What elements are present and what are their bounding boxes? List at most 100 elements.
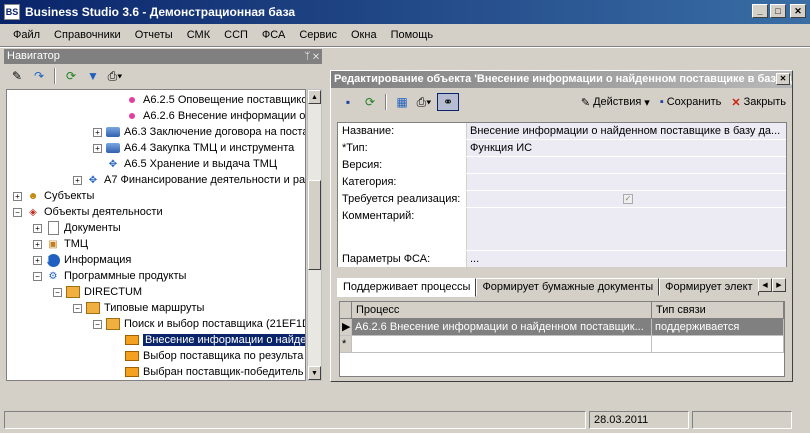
link-icon[interactable]: ⚭: [437, 93, 459, 111]
expand-icon[interactable]: +: [13, 191, 22, 201]
menu-references[interactable]: Справочники: [47, 29, 128, 41]
menu-bar: Файл Справочники Отчеты СМК ССП ФСА Серв…: [0, 24, 810, 46]
tree-node-selected[interactable]: Внесение информации о найден: [125, 332, 305, 348]
tree-scrollbar[interactable]: ▲ ▼: [307, 89, 322, 381]
tree-node[interactable]: + ▣ ТМЦ: [33, 236, 88, 252]
process-icon: [106, 127, 120, 137]
table-row[interactable]: ▶ А6.2.6 Внесение информации о найденном…: [340, 319, 784, 336]
status-date: 28.03.2011: [589, 411, 689, 429]
tree-node[interactable]: ✥ А6.5 Хранение и выдача ТМЦ: [106, 156, 277, 172]
collapse-icon[interactable]: −: [33, 271, 42, 281]
collapse-icon[interactable]: −: [93, 319, 102, 329]
expand-icon[interactable]: +: [33, 255, 42, 265]
scroll-up-icon[interactable]: ▲: [308, 90, 321, 104]
tree-node[interactable]: − ⚙ Программные продукты: [33, 268, 186, 284]
save-icon[interactable]: ▪: [339, 93, 357, 111]
function-icon: [129, 97, 135, 103]
close-icon: ✕: [731, 96, 741, 109]
prop-row-comment[interactable]: Комментарий:: [338, 208, 786, 250]
tree-node[interactable]: + ☻ Субъекты: [13, 188, 94, 204]
actions-button[interactable]: ✎ Действия ▾: [581, 96, 650, 109]
tree-node[interactable]: + ✥ А7 Финансирование деятельности и ра: [73, 172, 305, 188]
subjects-icon: ☻: [27, 190, 39, 202]
close-button[interactable]: ✕: [790, 4, 806, 18]
prop-row-name[interactable]: Название: Внесение информации о найденном…: [338, 123, 786, 139]
tree-node[interactable]: + i Информация: [33, 252, 131, 268]
editor-titlebar[interactable]: Редактирование объекта 'Внесение информа…: [331, 71, 792, 88]
maximize-button[interactable]: □: [770, 4, 786, 18]
save-button[interactable]: ▪ Сохранить: [660, 96, 722, 108]
software-icon: ⚙: [48, 270, 58, 282]
tree-node[interactable]: Выбран поставщик-победитель: [125, 364, 304, 380]
collapse-icon[interactable]: −: [53, 287, 62, 297]
print-icon[interactable]: ⎙▾: [106, 67, 124, 85]
implementation-checkbox[interactable]: ✓: [623, 194, 633, 204]
table-new-row[interactable]: *: [340, 336, 784, 353]
menu-file[interactable]: Файл: [6, 29, 47, 41]
tab-paper-documents[interactable]: Формирует бумажные документы: [476, 278, 660, 296]
process-link-icon: ✥: [108, 158, 118, 170]
tab-left-icon[interactable]: ◀: [758, 278, 772, 292]
tree-node[interactable]: А6.2.5 Оповещение поставщико: [125, 92, 305, 108]
minimize-button[interactable]: _: [752, 4, 768, 18]
goto-icon[interactable]: ↷: [30, 67, 48, 85]
tab-scroll: ◀ ▶: [758, 278, 786, 292]
column-process[interactable]: Процесс: [352, 302, 652, 318]
prop-row-version[interactable]: Версия:: [338, 157, 786, 173]
pin-icon[interactable]: ᛘ: [304, 51, 310, 62]
refresh-icon[interactable]: ⟳: [62, 67, 80, 85]
tree-node[interactable]: − ◈ Объекты деятельности: [13, 204, 163, 220]
status-pane-main: [4, 411, 586, 429]
tree-node[interactable]: + Документы: [33, 220, 121, 236]
expand-icon[interactable]: +: [33, 223, 42, 233]
scroll-thumb[interactable]: [308, 180, 321, 270]
tab-right-icon[interactable]: ▶: [772, 278, 786, 292]
editor-title: Редактирование объекта 'Внесение информа…: [334, 73, 792, 85]
edit-icon[interactable]: ✎: [8, 67, 26, 85]
expand-icon[interactable]: +: [93, 143, 102, 153]
close-editor-button[interactable]: ✕ Закрыть: [731, 96, 786, 109]
table-icon[interactable]: ▦: [393, 93, 411, 111]
route-icon: [125, 335, 139, 345]
editor-close-icon[interactable]: ✕: [776, 73, 790, 85]
collapse-icon[interactable]: −: [73, 303, 82, 313]
filter-icon[interactable]: ▼: [84, 67, 102, 85]
expand-icon[interactable]: +: [93, 127, 102, 137]
prop-row-category[interactable]: Категория:: [338, 174, 786, 190]
process-link-icon: ✥: [88, 174, 98, 186]
app-icon: BS: [4, 4, 20, 20]
menu-help[interactable]: Помощь: [384, 29, 441, 41]
expand-icon[interactable]: +: [33, 239, 42, 249]
save-icon: ▪: [659, 96, 664, 108]
prop-row-implementation[interactable]: Требуется реализация: ✓: [338, 191, 786, 207]
tab-supports-processes[interactable]: Поддерживает процессы: [337, 278, 477, 297]
menu-windows[interactable]: Окна: [344, 29, 384, 41]
navigator-toolbar: ✎ ↷ ⟳ ▼ ⎙▾: [4, 64, 322, 88]
tree-node[interactable]: А6.2.6 Внесение информации о: [125, 108, 305, 124]
menu-ssp[interactable]: ССП: [217, 29, 255, 41]
prop-row-fsa[interactable]: Параметры ФСА:...: [338, 251, 786, 267]
tab-electronic-documents[interactable]: Формирует элект: [659, 278, 759, 296]
tree-node[interactable]: + А6.3 Заключение договора на поста: [93, 124, 305, 140]
expand-icon[interactable]: +: [73, 175, 82, 185]
column-link-type[interactable]: Тип связи: [652, 302, 784, 318]
tree-node[interactable]: − Поиск и выбор поставщика (21EF1D: [93, 316, 305, 332]
tree-node[interactable]: Выбор поставщика по результа: [125, 348, 303, 364]
menu-fsa[interactable]: ФСА: [255, 29, 292, 41]
window-titlebar[interactable]: BS Business Studio 3.6 - Демонстрационна…: [0, 0, 810, 24]
print-icon[interactable]: ⎙▾: [415, 93, 433, 111]
tree-node[interactable]: − DIRECTUM: [53, 284, 142, 300]
menu-service[interactable]: Сервис: [292, 29, 344, 41]
menu-reports[interactable]: Отчеты: [128, 29, 180, 41]
function-icon: [129, 113, 135, 119]
collapse-icon[interactable]: −: [13, 207, 22, 217]
navigator-close-icon[interactable]: ✕: [313, 51, 319, 62]
scroll-down-icon[interactable]: ▼: [308, 366, 321, 380]
menu-smk[interactable]: СМК: [180, 29, 217, 41]
process-icon: [106, 143, 120, 153]
tree-node[interactable]: − Типовые маршруты: [73, 300, 204, 316]
tree-node[interactable]: + А6.4 Закупка ТМЦ и инструмента: [93, 140, 294, 156]
prop-row-type[interactable]: *Тип: Функция ИС: [338, 140, 786, 156]
status-bar: 28.03.2011: [0, 407, 810, 433]
refresh-icon[interactable]: ⟳: [361, 93, 379, 111]
